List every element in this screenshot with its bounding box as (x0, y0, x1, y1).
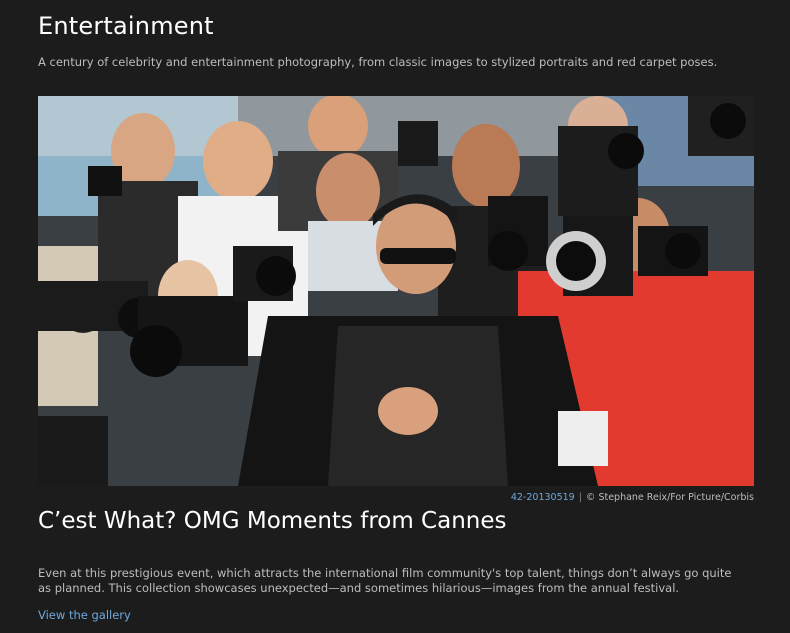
caption-separator: | (578, 492, 582, 503)
featured-photo[interactable] (38, 96, 754, 486)
photo-illustration (38, 96, 754, 486)
section-description: A century of celebrity and entertainment… (38, 55, 718, 69)
section-title: Entertainment (38, 12, 214, 40)
photo-caption: 42-20130519 | © Stephane Reix/For Picture/… (511, 492, 754, 503)
story-title: C’est What? OMG Moments from Cannes (38, 508, 507, 534)
photo-credit: © Stephane Reix/For Picture/Corbis (585, 492, 754, 503)
view-gallery-link[interactable]: View the gallery (38, 608, 131, 622)
image-id-link[interactable]: 42-20130519 (511, 492, 575, 503)
story-description: Even at this prestigious event, which at… (38, 566, 732, 595)
